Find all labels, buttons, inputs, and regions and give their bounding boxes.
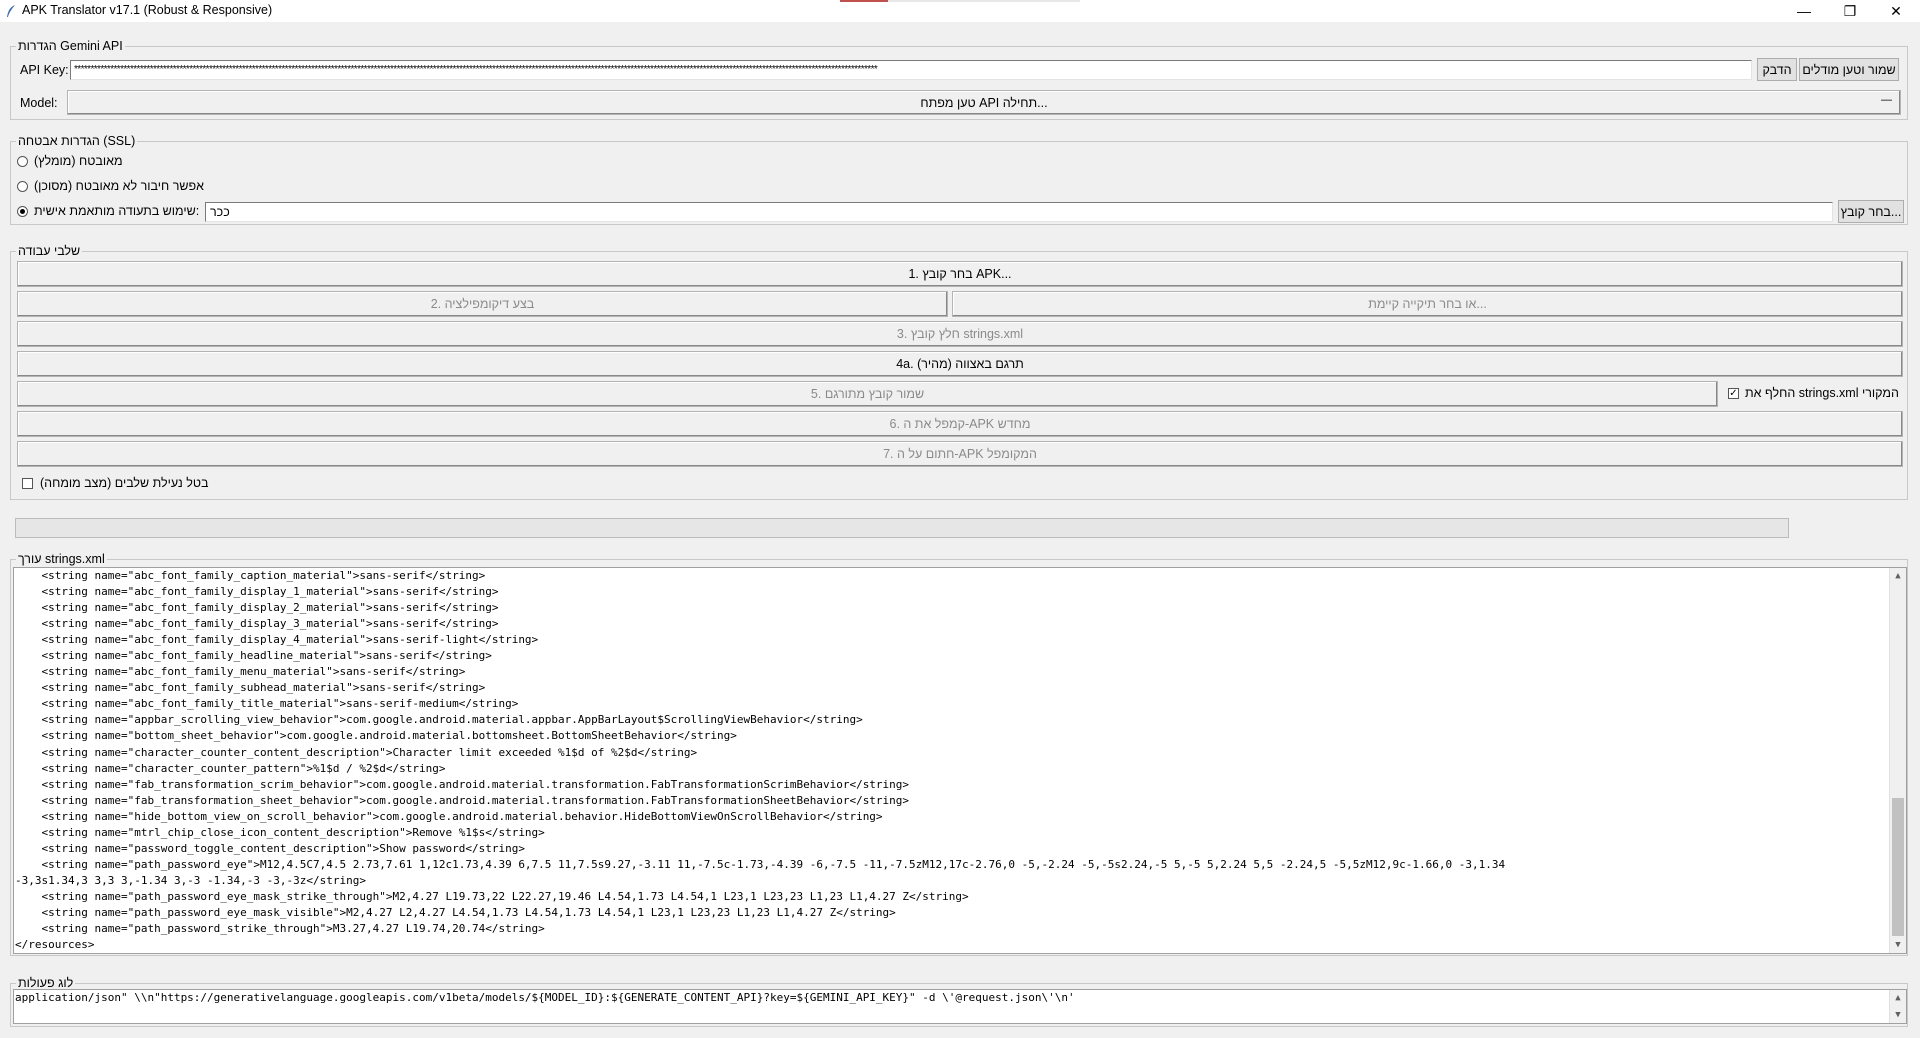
model-select-value: טען מפתח API תחילה... [920, 95, 1048, 110]
unlock-steps-label[interactable]: בטל נעילת שלבים (מצב מומחה) [40, 476, 209, 490]
extract-strings-button[interactable]: 3. חלץ קובץ strings.xml [17, 321, 1903, 347]
cert-path-input[interactable]: ככר [205, 202, 1833, 222]
editor-line: <string name="hide_bottom_view_on_scroll… [15, 809, 883, 823]
editor-line: <string name="abc_font_family_display_3_… [15, 617, 499, 631]
log-scrollbar[interactable]: ▲ ▼ [1889, 990, 1906, 1023]
replace-original-checkbox[interactable]: ✓ [1728, 388, 1739, 399]
editor-line: <string name="character_counter_pattern"… [15, 761, 446, 775]
editor-line: <string name="abc_font_family_display_1_… [15, 585, 499, 599]
scroll-thumb[interactable] [1892, 798, 1904, 936]
editor-line: <string name="path_password_strike_throu… [15, 922, 545, 936]
title-bar: APK Translator v17.1 (Robust & Responsiv… [0, 0, 1920, 22]
title-accent-2 [888, 0, 1080, 2]
ssl-insecure-label[interactable]: אפשר חיבור לא מאובטח (מסוכן) [34, 179, 204, 193]
editor-line: <string name="fab_transformation_sheet_b… [15, 793, 910, 807]
log-scroll-up-arrow-icon[interactable]: ▲ [1890, 990, 1906, 1006]
editor-line: </resources> [15, 938, 95, 952]
restore-button[interactable]: ❐ [1827, 0, 1873, 22]
editor-line: <string name="abc_font_family_menu_mater… [15, 665, 466, 679]
editor-line: <string name="fab_transformation_scrim_b… [15, 777, 910, 791]
scroll-up-arrow-icon[interactable]: ▲ [1890, 568, 1906, 584]
editor-line: <string name="abc_font_family_title_mate… [15, 697, 519, 711]
editor-line: <string name="abc_font_family_caption_ma… [15, 569, 486, 582]
api-key-input[interactable]: ****************************************… [70, 60, 1752, 80]
paste-button[interactable]: הדבק [1757, 58, 1797, 81]
ssl-custom-cert-radio[interactable] [17, 206, 28, 217]
editor-text: <string name="abc_font_family_caption_ma… [14, 568, 1888, 953]
progress-bar [15, 518, 1789, 538]
scroll-down-arrow-icon[interactable]: ▼ [1890, 937, 1906, 953]
title-accent [840, 0, 888, 2]
select-existing-folder-button[interactable]: או בחר תיקייה קיימת... [952, 291, 1903, 317]
minimize-button[interactable]: — [1781, 0, 1827, 22]
editor-line: <string name="password_toggle_content_de… [15, 841, 525, 855]
replace-original-label[interactable]: החלף את strings.xml המקורי [1745, 386, 1899, 400]
editor-line: <string name="bottom_sheet_behavior">com… [15, 729, 737, 743]
editor-line: <string name="abc_font_family_display_2_… [15, 601, 499, 615]
log-text: application/json" \\n"https://generative… [15, 991, 1075, 1004]
save-translated-button[interactable]: 5. שמור קובץ מתורגם [17, 381, 1718, 407]
save-load-models-button[interactable]: שמור וטען מודלים [1799, 58, 1899, 81]
log-output[interactable]: application/json" \\n"https://generative… [13, 989, 1907, 1024]
steps-group-label: שלבי עבודה [16, 244, 83, 258]
api-key-label: API Key: [20, 63, 69, 77]
gemini-group-label: הגדרות Gemini API [16, 39, 125, 53]
select-apk-button[interactable]: 1. בחר קובץ APK... [17, 261, 1903, 287]
editor-line: <string name="path_password_eye">M12,4.5… [15, 857, 1506, 871]
decompile-button[interactable]: 2. בצע דיקומפילציה [17, 291, 948, 317]
log-group-label: לוג פעולות [16, 976, 76, 990]
ssl-secure-label[interactable]: מאובטח (מומלץ) [34, 154, 123, 168]
editor-line: <string name="abc_font_family_subhead_ma… [15, 681, 486, 695]
editor-line: <string name="appbar_scrolling_view_beha… [15, 713, 863, 727]
choose-cert-file-button[interactable]: בחר קובץ... [1838, 200, 1904, 223]
editor-line: <string name="abc_font_family_headline_m… [15, 649, 492, 663]
strings-editor[interactable]: <string name="abc_font_family_caption_ma… [13, 567, 1907, 954]
editor-line: <string name="path_password_eye_mask_vis… [15, 905, 896, 919]
log-scroll-down-arrow-icon[interactable]: ▼ [1890, 1007, 1906, 1023]
ssl-group-label: הגדרות אבטחה (SSL) [16, 134, 138, 148]
recompile-apk-button[interactable]: 6. קמפל את ה-APK מחדש [17, 411, 1903, 437]
model-label: Model: [20, 96, 58, 110]
batch-translate-button[interactable]: 4a. תרגם באצווה (מהיר) [17, 351, 1903, 377]
model-select[interactable]: טען מפתח API תחילה... — [67, 90, 1901, 115]
sign-apk-button[interactable]: 7. חתום על ה-APK המקומפל [17, 441, 1903, 467]
close-button[interactable]: ✕ [1873, 0, 1919, 22]
unlock-steps-checkbox[interactable] [22, 478, 33, 489]
ssl-insecure-radio[interactable] [17, 181, 28, 192]
app-feather-icon [7, 5, 15, 17]
ssl-custom-cert-label[interactable]: שימוש בתעודה מותאמת אישית: [34, 204, 199, 218]
ssl-secure-radio[interactable] [17, 156, 28, 167]
editor-line: <string name="abc_font_family_display_4_… [15, 633, 539, 647]
editor-line: -3,3s1.34,3 3,3 3,-1.34 3,-3 -1.34,-3 -3… [15, 873, 366, 887]
editor-scrollbar[interactable]: ▲ ▼ [1889, 568, 1906, 953]
editor-line: <string name="character_counter_content_… [15, 745, 698, 759]
editor-line: <string name="path_password_eye_mask_str… [15, 889, 969, 903]
editor-line: <string name="mtrl_chip_close_icon_conte… [15, 825, 545, 839]
dropdown-indicator-icon: — [1881, 94, 1892, 106]
window-title: APK Translator v17.1 (Robust & Responsiv… [22, 3, 273, 17]
editor-group-label: עורך strings.xml [16, 552, 107, 566]
